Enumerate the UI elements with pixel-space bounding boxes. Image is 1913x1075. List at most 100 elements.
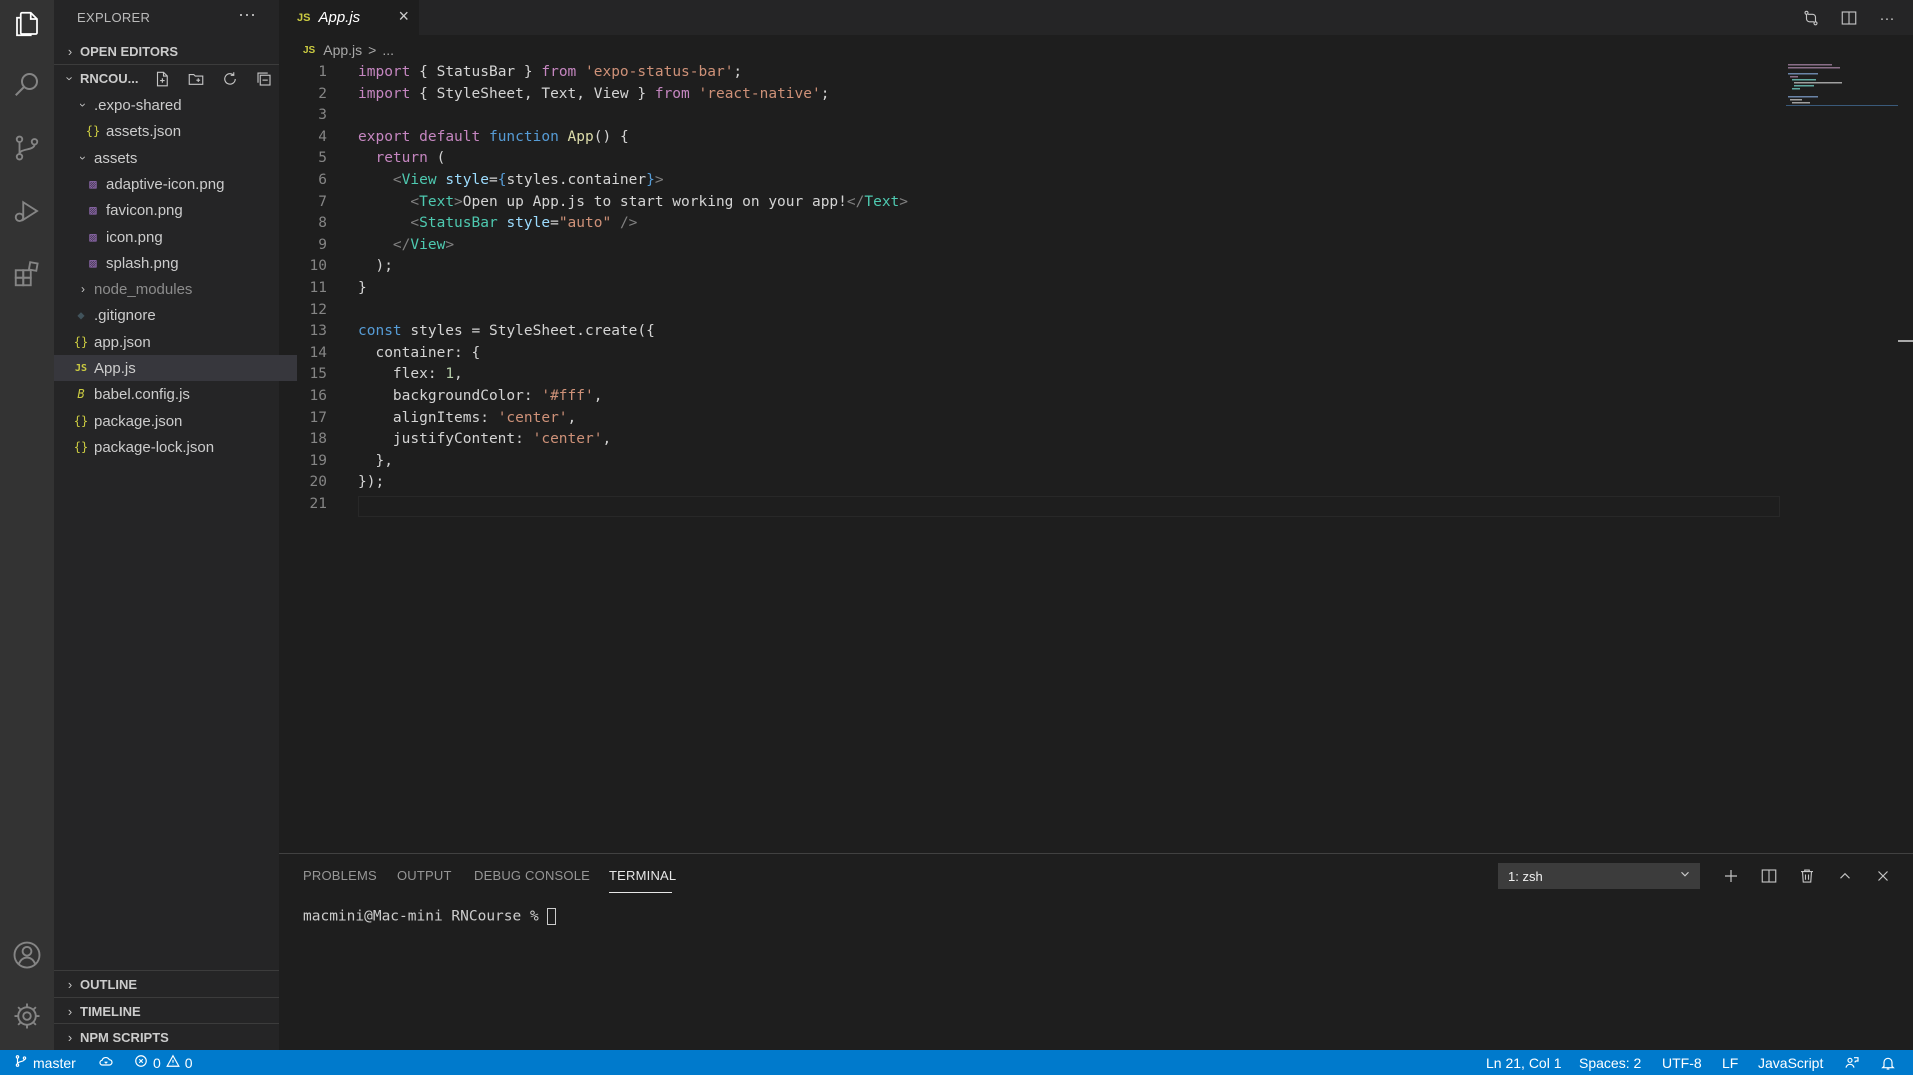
tree-item-node-modules[interactable]: › node_modules xyxy=(54,276,301,302)
chevron-down-icon: › xyxy=(62,75,78,81)
source-control-icon[interactable] xyxy=(9,130,45,166)
npm-scripts-label: NPM SCRIPTS xyxy=(80,1029,169,1045)
feedback-icon[interactable] xyxy=(1844,1050,1860,1075)
terminal-select[interactable]: 1: zsh xyxy=(1498,863,1700,889)
search-icon[interactable] xyxy=(9,66,45,102)
new-terminal-icon[interactable] xyxy=(1719,864,1743,888)
cursor-position[interactable]: Ln 21, Col 1 xyxy=(1486,1050,1562,1075)
tree-item-expo-shared[interactable]: › .expo-shared xyxy=(54,92,301,118)
close-panel-icon[interactable] xyxy=(1871,864,1895,888)
tree-item-splash[interactable]: ▨ splash.png xyxy=(54,250,309,276)
explorer-title: EXPLORER xyxy=(77,10,151,25)
json-file-icon: {} xyxy=(73,335,89,349)
active-tab-indicator xyxy=(609,892,672,893)
maximize-panel-icon[interactable] xyxy=(1833,864,1857,888)
editor-actions: ··· xyxy=(1799,6,1899,30)
sync-indicator[interactable] xyxy=(98,1050,114,1075)
encoding[interactable]: UTF-8 xyxy=(1662,1050,1702,1075)
code-line: 19 }, xyxy=(309,452,393,469)
tab-app-js[interactable]: JS App.js × xyxy=(279,0,419,35)
open-changes-icon[interactable] xyxy=(1799,6,1823,30)
tree-item-assets[interactable]: › assets xyxy=(54,145,301,171)
notifications-bell-icon[interactable] xyxy=(1880,1050,1896,1075)
end-of-line[interactable]: LF xyxy=(1722,1050,1738,1075)
breadcrumb-symbols[interactable]: ... xyxy=(382,42,394,58)
tab-debug-console[interactable]: DEBUG CONSOLE xyxy=(474,868,590,883)
chevron-down-icon xyxy=(1678,867,1692,884)
tree-item-package-lock-json[interactable]: {} package-lock.json xyxy=(54,434,297,460)
open-editors-label: OPEN EDITORS xyxy=(80,43,179,59)
problems-indicator[interactable]: 0 0 xyxy=(134,1050,193,1075)
indentation[interactable]: Spaces: 2 xyxy=(1579,1050,1641,1075)
timeline-section[interactable]: › TIMELINE xyxy=(54,998,279,1024)
tree-item-assets-json[interactable]: {} assets.json xyxy=(54,118,309,144)
new-file-icon[interactable] xyxy=(152,69,172,89)
minimap[interactable] xyxy=(1786,62,1898,107)
open-editors-section[interactable]: › OPEN EDITORS xyxy=(54,38,279,64)
bottom-panel: PROBLEMS OUTPUT DEBUG CONSOLE TERMINAL 1… xyxy=(279,853,1913,1051)
trash-icon[interactable] xyxy=(1795,864,1819,888)
tree-item-adaptive-icon[interactable]: ▨ adaptive-icon.png xyxy=(54,171,309,197)
tree-item-label: package-lock.json xyxy=(94,438,215,456)
tree-item-label: splash.png xyxy=(106,254,179,272)
terminal-select-value: 1: zsh xyxy=(1508,868,1543,884)
tree-item-label: package.json xyxy=(94,412,183,430)
panel-actions xyxy=(1719,864,1895,888)
more-actions-icon[interactable]: ··· xyxy=(1875,6,1899,30)
split-terminal-icon[interactable] xyxy=(1757,864,1781,888)
sync-cloud-icon xyxy=(98,1053,114,1072)
explorer-more-actions-icon[interactable]: ··· xyxy=(238,4,256,25)
code-line: 16 backgroundColor: '#fff', xyxy=(309,388,603,404)
tab-problems[interactable]: PROBLEMS xyxy=(303,868,377,883)
tab-output[interactable]: OUTPUT xyxy=(397,868,452,883)
code-line: 4 export default function App() { xyxy=(318,128,629,145)
terminal-prompt: macmini@Mac-mini RNCourse % xyxy=(303,908,548,925)
tree-item-label: babel.config.js xyxy=(94,385,190,403)
npm-scripts-section[interactable]: › NPM SCRIPTS xyxy=(54,1024,279,1050)
project-folder-label: RNCOU... xyxy=(80,70,139,86)
code-line: 3 xyxy=(318,107,327,124)
explorer-icon[interactable] xyxy=(9,6,45,42)
tree-item-babel-config[interactable]: B babel.config.js xyxy=(54,381,297,407)
settings-gear-icon[interactable] xyxy=(9,998,45,1034)
new-folder-icon[interactable] xyxy=(186,69,206,89)
js-file-icon: JS xyxy=(303,44,316,56)
babel-file-icon: B xyxy=(77,387,85,401)
json-file-icon: {} xyxy=(85,124,101,138)
image-file-icon: ▨ xyxy=(89,256,97,270)
outline-section[interactable]: › OUTLINE xyxy=(54,971,279,997)
code-line: 17 alignItems: 'center', xyxy=(309,409,577,426)
activity-bar xyxy=(0,0,54,1050)
tree-item-package-json[interactable]: {} package.json xyxy=(54,408,297,434)
collapse-all-icon[interactable] xyxy=(254,69,274,89)
extensions-icon[interactable] xyxy=(9,256,45,292)
code-line: 7 <Text>Open up App.js to start working … xyxy=(318,193,909,210)
breadcrumb-file[interactable]: App.js xyxy=(323,42,362,58)
terminal-output[interactable]: macmini@Mac-mini RNCourse % xyxy=(303,908,557,925)
chevron-right-icon: › xyxy=(67,1003,73,1019)
error-icon xyxy=(134,1054,148,1071)
tree-item-favicon[interactable]: ▨ favicon.png xyxy=(54,197,309,223)
git-branch-icon xyxy=(14,1054,28,1071)
tab-label: App.js xyxy=(318,9,361,26)
tree-item-gitignore[interactable]: ◆ .gitignore xyxy=(54,302,297,328)
tree-item-app-js[interactable]: JS App.js xyxy=(54,355,297,381)
branch-indicator[interactable]: master xyxy=(14,1050,76,1075)
accounts-icon[interactable] xyxy=(9,937,45,973)
language-mode[interactable]: JavaScript xyxy=(1758,1050,1823,1075)
run-debug-icon[interactable] xyxy=(9,193,45,229)
tree-item-app-json[interactable]: {} app.json xyxy=(54,329,297,355)
code-line: 11} xyxy=(309,280,367,296)
tree-item-label: icon.png xyxy=(106,228,163,246)
code-line: 21 xyxy=(309,496,327,512)
chevron-down-icon: › xyxy=(76,103,90,107)
code-editor[interactable]: 1 import { StatusBar } from 'expo-status-… xyxy=(279,62,1779,852)
close-tab-icon[interactable]: × xyxy=(398,6,409,27)
tab-terminal[interactable]: TERMINAL xyxy=(609,868,676,883)
overview-ruler-marker xyxy=(1898,340,1913,342)
refresh-icon[interactable] xyxy=(220,69,240,89)
breadcrumb-separator: > xyxy=(368,42,377,58)
split-editor-icon[interactable] xyxy=(1837,6,1861,30)
tree-item-icon-png[interactable]: ▨ icon.png xyxy=(54,224,309,250)
js-file-icon: JS xyxy=(74,362,88,374)
